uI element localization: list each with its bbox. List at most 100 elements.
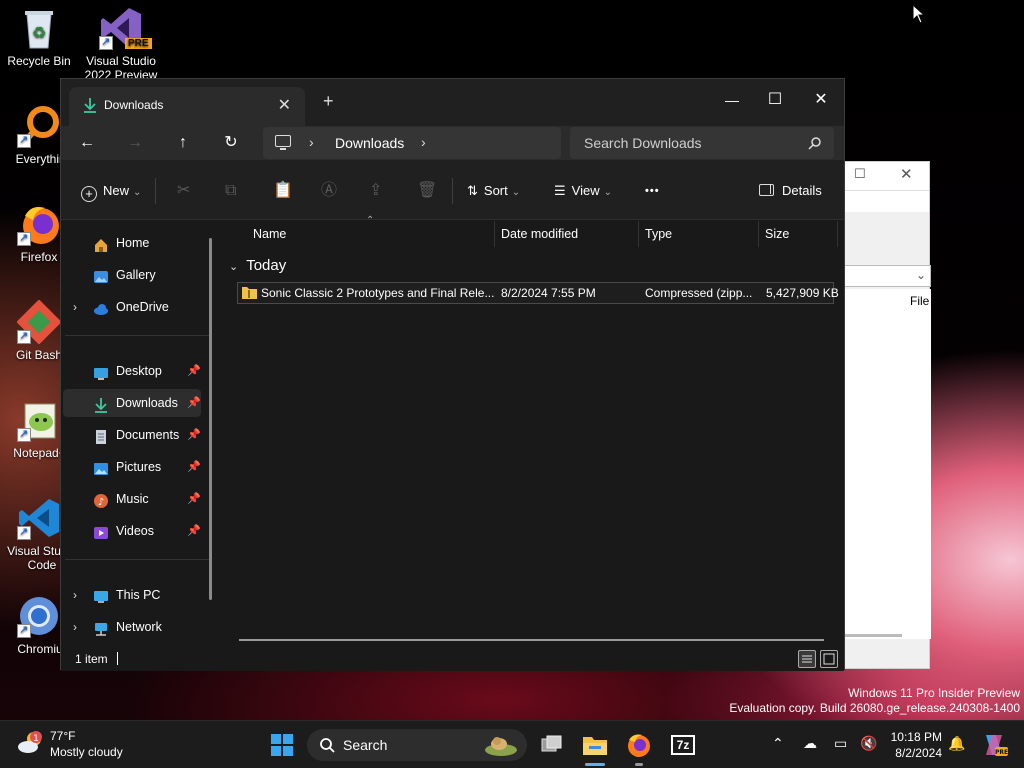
tab-close-icon[interactable]: ✕ [278,95,291,115]
svg-text:PRE: PRE [995,749,1008,756]
back-button[interactable]: ← [74,132,100,154]
background-window-combobox[interactable]: ⌄ [844,265,931,287]
refresh-button[interactable]: ↻ [218,132,244,154]
desktop-icon-visual-studio[interactable]: PRE Visual Studio 2022 Preview [82,6,160,86]
horizontal-scrollbar[interactable] [844,634,902,637]
column-header-date-modified[interactable]: Date modified [501,221,578,247]
share-icon[interactable]: ⇪ [369,180,382,202]
sidebar-item-videos[interactable]: Videos 📌 [63,517,201,545]
close-icon[interactable]: ✕ [900,165,913,183]
network-icon[interactable]: ▭ [834,735,847,752]
maximize-icon[interactable]: ☐ [854,166,866,182]
copy-icon[interactable]: ⧉ [225,180,236,202]
cut-icon[interactable]: ✂ [177,180,190,202]
chevron-right-icon[interactable]: › [73,581,77,609]
address-bar[interactable]: › Downloads › [263,127,561,159]
column-header-name[interactable]: Name [253,221,286,247]
copilot-button[interactable]: PRE [980,731,1008,759]
sidebar-item-pictures[interactable]: Pictures 📌 [63,453,201,481]
column-header-size[interactable]: Size [765,221,789,247]
pin-icon[interactable]: 📌 [187,517,201,545]
pin-icon[interactable]: 📌 [187,453,201,481]
sidebar-item-downloads[interactable]: Downloads 📌 [63,389,201,417]
chevron-right-icon[interactable]: › [73,293,77,321]
more-options-button[interactable]: ••• [645,180,660,202]
music-icon: ♪ [93,491,109,508]
background-window-titlebar: ☐ ✕ [844,162,929,190]
forward-button[interactable]: → [122,132,148,154]
paste-icon[interactable]: 📋 [273,180,293,202]
pin-icon[interactable]: 📌 [187,389,201,417]
sort-button[interactable]: ⇅ Sort ⌄ [467,180,520,202]
notification-bell-icon[interactable]: 🔔 [948,735,965,752]
view-button[interactable]: ☰ View ⌄ [554,180,612,202]
new-button[interactable]: + New ⌄ [81,180,141,202]
close-button[interactable]: ✕ [798,85,844,115]
new-tab-button[interactable]: + [323,91,334,112]
this-pc-icon[interactable] [275,135,291,150]
pin-icon[interactable]: 📌 [187,357,201,385]
temperature: 77°F [50,729,76,743]
maximize-button[interactable]: ☐ [752,85,798,115]
file-date: 8/2/2024 7:55 PM [501,286,596,300]
sidebar-item-label: Videos [116,524,154,538]
tab-title: Downloads [104,98,164,112]
sidebar-item-network[interactable]: › Network [63,613,201,641]
task-view-button[interactable] [538,731,566,759]
task-view-icon [541,735,562,752]
item-count: 1 item [75,652,108,666]
sidebar-item-documents[interactable]: Documents 📌 [63,421,201,449]
search-box[interactable]: Search Downloads [570,127,834,159]
videos-icon [93,523,109,539]
pin-icon[interactable]: 📌 [187,421,201,449]
rename-icon[interactable]: Ⓐ [321,180,337,202]
sort-label: Sort [483,183,508,198]
chevron-right-icon[interactable]: › [73,613,77,641]
up-button[interactable]: ↑ [170,132,196,154]
chromium-icon [17,594,61,638]
file-type: Compressed (zipp... [645,286,753,300]
system-clock[interactable]: 10:18 PM 8/2/2024 [884,729,942,761]
background-window[interactable]: ☐ ✕ ⌄ File [843,161,931,669]
sidebar-item-gallery[interactable]: Gallery [63,261,201,289]
taskbar-search[interactable]: Search [307,729,527,761]
chevron-up-icon[interactable]: ⌃ [772,735,784,752]
file-row[interactable]: Sonic Classic 2 Prototypes and Final Rel… [237,282,839,304]
breadcrumb-downloads[interactable]: Downloads [335,135,404,151]
git-bash-icon [16,299,62,345]
taskbar-firefox[interactable] [625,731,653,766]
delete-icon[interactable]: 🗑 [417,180,437,202]
this-pc-icon [93,587,109,603]
volume-muted-icon[interactable]: 🔇 [860,735,877,752]
sidebar-item-label: Gallery [116,268,156,282]
taskbar-file-explorer[interactable] [581,731,609,766]
sidebar-item-desktop[interactable]: Desktop 📌 [63,357,201,385]
large-icons-view-button[interactable] [820,650,838,668]
svg-text:♻: ♻ [32,23,46,42]
group-header-today[interactable]: ⌄ Today [229,257,286,274]
column-header-type[interactable]: Type [645,221,672,247]
sidebar-item-music[interactable]: ♪ Music 📌 [63,485,201,513]
chevron-right-icon[interactable]: › [421,134,426,150]
view-list-icon: ☰ [554,183,566,198]
details-pane-button[interactable]: Details [759,180,822,202]
onedrive-offline-icon[interactable]: ☁ [803,735,817,752]
sidebar-item-label: Music [116,492,149,506]
sidebar-item-home[interactable]: Home [63,229,201,257]
horizontal-scrollbar[interactable] [239,639,824,641]
chevron-right-icon[interactable]: › [309,134,314,150]
start-button[interactable] [268,731,296,759]
taskbar-7zip[interactable]: 7z [669,731,697,759]
details-view-button[interactable] [798,650,816,668]
tab-downloads[interactable]: Downloads ✕ [69,87,305,126]
minimize-button[interactable]: — [709,85,755,115]
sidebar-item-this-pc[interactable]: › This PC [63,581,201,609]
sidebar-scrollbar[interactable] [209,238,212,600]
everything-search-icon [17,104,61,148]
pin-icon[interactable]: 📌 [187,485,201,513]
file-list: ⌃ Name Date modified Type Size ⌄ Today So… [221,215,844,647]
svg-text:♪: ♪ [98,497,104,508]
desktop-icon-recycle-bin[interactable]: ♻ Recycle Bin [0,6,78,68]
sidebar-item-onedrive[interactable]: › OneDrive [63,293,201,321]
visual-studio-icon: PRE [99,6,152,50]
